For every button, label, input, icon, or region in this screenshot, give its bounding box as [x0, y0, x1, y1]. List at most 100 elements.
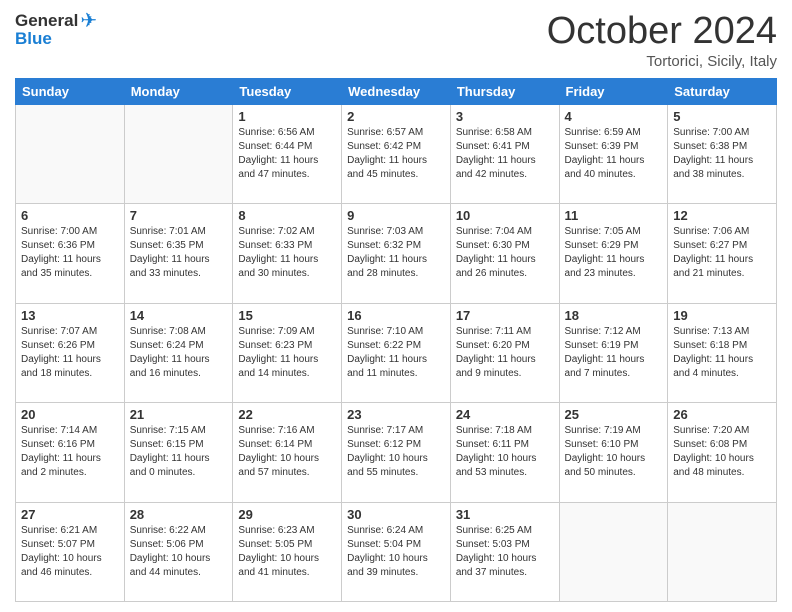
logo: General ✈ Blue: [15, 10, 97, 49]
table-row: 4Sunrise: 6:59 AMSunset: 6:39 PMDaylight…: [559, 105, 668, 204]
day-info-text: Sunrise: 7:15 AM: [130, 424, 228, 438]
table-row: 7Sunrise: 7:01 AMSunset: 6:35 PMDaylight…: [124, 204, 233, 303]
table-row: 14Sunrise: 7:08 AMSunset: 6:24 PMDayligh…: [124, 303, 233, 402]
day-info-text: Sunset: 6:32 PM: [347, 239, 445, 253]
day-number: 21: [130, 407, 228, 422]
day-info-text: Daylight: 11 hours and 18 minutes.: [21, 353, 119, 381]
day-number: 28: [130, 507, 228, 522]
day-info-text: Sunrise: 7:20 AM: [673, 424, 771, 438]
day-number: 17: [456, 308, 554, 323]
day-info-text: Sunset: 6:15 PM: [130, 438, 228, 452]
day-info-text: Sunset: 6:41 PM: [456, 140, 554, 154]
day-info-text: Daylight: 11 hours and 21 minutes.: [673, 253, 771, 281]
day-info-text: Sunrise: 7:18 AM: [456, 424, 554, 438]
day-info-text: Sunrise: 7:14 AM: [21, 424, 119, 438]
day-number: 27: [21, 507, 119, 522]
day-info-text: Daylight: 10 hours and 37 minutes.: [456, 552, 554, 580]
day-info-text: Sunrise: 6:58 AM: [456, 126, 554, 140]
day-number: 4: [565, 109, 663, 124]
day-info-text: Sunset: 6:16 PM: [21, 438, 119, 452]
day-info-text: Sunset: 6:08 PM: [673, 438, 771, 452]
table-row: 18Sunrise: 7:12 AMSunset: 6:19 PMDayligh…: [559, 303, 668, 402]
day-info-text: Sunrise: 7:10 AM: [347, 325, 445, 339]
day-info-text: Sunrise: 7:04 AM: [456, 225, 554, 239]
day-info-text: Sunrise: 7:12 AM: [565, 325, 663, 339]
day-info-text: Sunset: 6:14 PM: [238, 438, 336, 452]
day-number: 18: [565, 308, 663, 323]
location-text: Tortorici, Sicily, Italy: [547, 53, 777, 70]
day-number: 5: [673, 109, 771, 124]
day-number: 22: [238, 407, 336, 422]
day-number: 3: [456, 109, 554, 124]
day-number: 19: [673, 308, 771, 323]
day-info-text: Sunset: 6:18 PM: [673, 339, 771, 353]
day-info-text: Sunset: 5:07 PM: [21, 538, 119, 552]
day-info-text: Sunset: 5:03 PM: [456, 538, 554, 552]
day-info-text: Sunset: 6:36 PM: [21, 239, 119, 253]
day-info-text: Sunrise: 6:25 AM: [456, 524, 554, 538]
day-info-text: Daylight: 11 hours and 28 minutes.: [347, 253, 445, 281]
table-row: 22Sunrise: 7:16 AMSunset: 6:14 PMDayligh…: [233, 403, 342, 502]
day-info-text: Sunset: 5:05 PM: [238, 538, 336, 552]
table-row: 28Sunrise: 6:22 AMSunset: 5:06 PMDayligh…: [124, 502, 233, 601]
page: General ✈ Blue October 2024 Tortorici, S…: [0, 0, 792, 612]
day-info-text: Daylight: 11 hours and 2 minutes.: [21, 452, 119, 480]
table-row: 16Sunrise: 7:10 AMSunset: 6:22 PMDayligh…: [342, 303, 451, 402]
day-info-text: Daylight: 10 hours and 46 minutes.: [21, 552, 119, 580]
day-number: 6: [21, 208, 119, 223]
day-info-text: Sunrise: 7:19 AM: [565, 424, 663, 438]
day-info-text: Sunrise: 6:23 AM: [238, 524, 336, 538]
table-row: 26Sunrise: 7:20 AMSunset: 6:08 PMDayligh…: [668, 403, 777, 502]
day-info-text: Sunset: 6:22 PM: [347, 339, 445, 353]
table-row: 6Sunrise: 7:00 AMSunset: 6:36 PMDaylight…: [16, 204, 125, 303]
day-info-text: Sunset: 6:27 PM: [673, 239, 771, 253]
day-number: 30: [347, 507, 445, 522]
day-number: 1: [238, 109, 336, 124]
table-row: 19Sunrise: 7:13 AMSunset: 6:18 PMDayligh…: [668, 303, 777, 402]
day-info-text: Sunrise: 7:17 AM: [347, 424, 445, 438]
day-info-text: Sunset: 6:20 PM: [456, 339, 554, 353]
table-row: 20Sunrise: 7:14 AMSunset: 6:16 PMDayligh…: [16, 403, 125, 502]
day-info-text: Sunrise: 7:09 AM: [238, 325, 336, 339]
day-info-text: Daylight: 11 hours and 11 minutes.: [347, 353, 445, 381]
col-thursday: Thursday: [450, 79, 559, 105]
day-info-text: Sunset: 6:42 PM: [347, 140, 445, 154]
day-info-text: Sunrise: 7:01 AM: [130, 225, 228, 239]
table-row: 8Sunrise: 7:02 AMSunset: 6:33 PMDaylight…: [233, 204, 342, 303]
month-title: October 2024: [547, 10, 777, 53]
day-info-text: Daylight: 10 hours and 39 minutes.: [347, 552, 445, 580]
day-info-text: Sunset: 6:30 PM: [456, 239, 554, 253]
day-info-text: Daylight: 11 hours and 23 minutes.: [565, 253, 663, 281]
day-info-text: Sunrise: 7:06 AM: [673, 225, 771, 239]
title-block: October 2024 Tortorici, Sicily, Italy: [547, 10, 777, 70]
table-row: [124, 105, 233, 204]
day-info-text: Daylight: 11 hours and 33 minutes.: [130, 253, 228, 281]
col-sunday: Sunday: [16, 79, 125, 105]
table-row: 11Sunrise: 7:05 AMSunset: 6:29 PMDayligh…: [559, 204, 668, 303]
day-info-text: Sunset: 6:35 PM: [130, 239, 228, 253]
day-info-text: Sunrise: 6:57 AM: [347, 126, 445, 140]
table-row: 2Sunrise: 6:57 AMSunset: 6:42 PMDaylight…: [342, 105, 451, 204]
table-row: 25Sunrise: 7:19 AMSunset: 6:10 PMDayligh…: [559, 403, 668, 502]
day-info-text: Daylight: 11 hours and 30 minutes.: [238, 253, 336, 281]
day-number: 10: [456, 208, 554, 223]
calendar-week-row: 27Sunrise: 6:21 AMSunset: 5:07 PMDayligh…: [16, 502, 777, 601]
day-info-text: Daylight: 10 hours and 48 minutes.: [673, 452, 771, 480]
day-info-text: Daylight: 11 hours and 26 minutes.: [456, 253, 554, 281]
table-row: 29Sunrise: 6:23 AMSunset: 5:05 PMDayligh…: [233, 502, 342, 601]
day-info-text: Sunrise: 6:56 AM: [238, 126, 336, 140]
logo-bird-icon: ✈: [80, 10, 97, 32]
day-info-text: Sunset: 6:11 PM: [456, 438, 554, 452]
day-number: 29: [238, 507, 336, 522]
day-info-text: Sunrise: 7:05 AM: [565, 225, 663, 239]
day-info-text: Daylight: 11 hours and 42 minutes.: [456, 154, 554, 182]
calendar-week-row: 1Sunrise: 6:56 AMSunset: 6:44 PMDaylight…: [16, 105, 777, 204]
calendar-header-row: Sunday Monday Tuesday Wednesday Thursday…: [16, 79, 777, 105]
day-info-text: Sunrise: 7:00 AM: [673, 126, 771, 140]
day-info-text: Sunrise: 7:07 AM: [21, 325, 119, 339]
header: General ✈ Blue October 2024 Tortorici, S…: [15, 10, 777, 70]
col-monday: Monday: [124, 79, 233, 105]
table-row: 1Sunrise: 6:56 AMSunset: 6:44 PMDaylight…: [233, 105, 342, 204]
day-info-text: Sunrise: 6:24 AM: [347, 524, 445, 538]
day-number: 24: [456, 407, 554, 422]
